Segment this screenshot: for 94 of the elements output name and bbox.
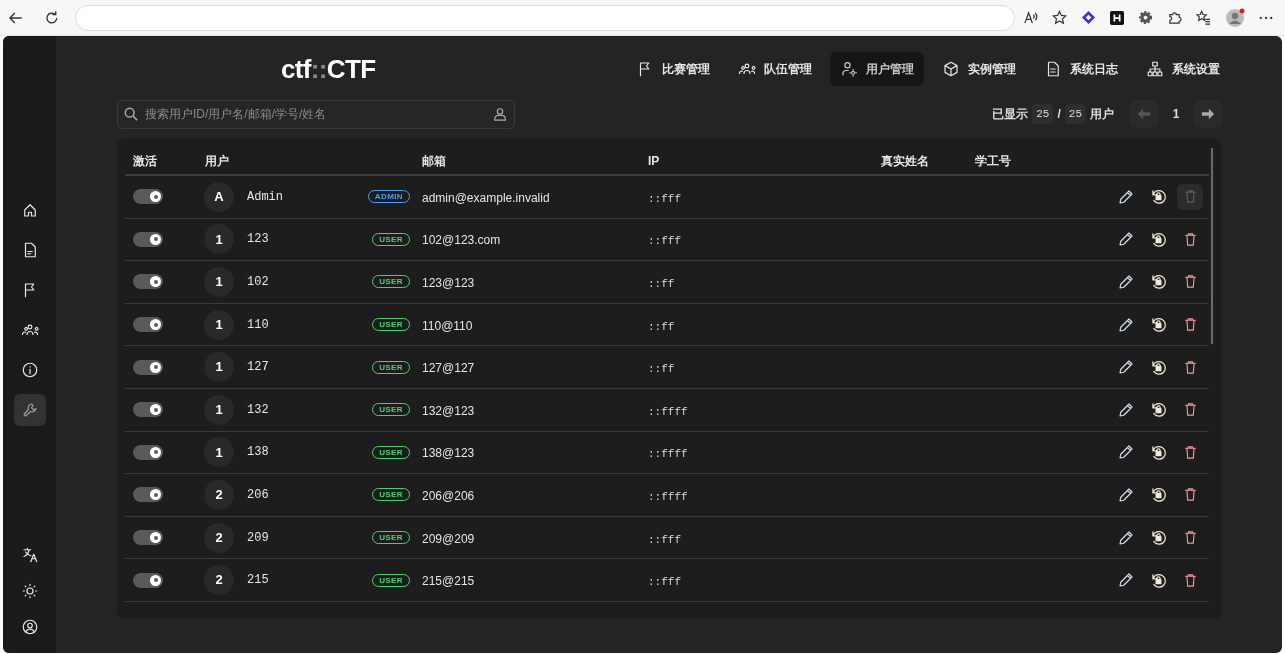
ip-address: ::ff bbox=[648, 320, 675, 333]
sitemap-icon bbox=[1146, 60, 1164, 78]
avatar: 1 bbox=[204, 224, 234, 255]
separator: / bbox=[1057, 106, 1061, 123]
pencil-icon bbox=[1117, 571, 1135, 590]
avatar: 1 bbox=[204, 394, 234, 425]
ip-address: ::fff bbox=[648, 235, 681, 248]
ip-address: ::ffff bbox=[648, 448, 688, 461]
email: 215@215 bbox=[422, 574, 475, 589]
email: 127@127 bbox=[422, 361, 475, 376]
avatar: 2 bbox=[204, 522, 234, 553]
active-toggle[interactable] bbox=[133, 359, 163, 375]
active-toggle[interactable] bbox=[133, 231, 163, 247]
user-gear-icon bbox=[840, 60, 858, 78]
username: 215 bbox=[247, 572, 269, 590]
favorites-icon[interactable] bbox=[1196, 10, 1211, 25]
avatar: 1 bbox=[204, 437, 234, 468]
arrow-left-icon bbox=[1137, 107, 1151, 121]
email: admin@example.invalid bbox=[422, 190, 550, 205]
active-toggle[interactable] bbox=[133, 189, 163, 205]
active-toggle[interactable] bbox=[133, 402, 163, 418]
extension-icon[interactable] bbox=[1081, 10, 1096, 25]
page-number: 1 bbox=[1171, 106, 1181, 123]
email: 123@123 bbox=[422, 276, 475, 290]
avatar: 2 bbox=[204, 565, 234, 596]
avatar: 1 bbox=[204, 309, 234, 340]
active-toggle[interactable] bbox=[133, 530, 163, 546]
gear-icon[interactable] bbox=[1138, 10, 1153, 25]
column-header: 邮箱 bbox=[422, 152, 447, 170]
pencil-icon bbox=[1117, 443, 1135, 462]
search-field[interactable]: 搜索用户ID/用户名/邮箱/学号/姓名 bbox=[117, 99, 515, 129]
column-header: IP bbox=[648, 152, 661, 170]
arrow-right-icon bbox=[1201, 107, 1215, 121]
active-toggle[interactable] bbox=[133, 274, 163, 290]
ip-address: ::fff bbox=[648, 192, 681, 205]
column-header: 激活 bbox=[133, 152, 158, 170]
pencil-icon bbox=[1117, 230, 1135, 249]
avatar: 1 bbox=[204, 267, 234, 297]
avatar: A bbox=[204, 181, 234, 212]
email: 132@123 bbox=[422, 403, 475, 418]
username: 132 bbox=[247, 401, 269, 419]
cube-icon bbox=[942, 60, 960, 78]
user-circle-icon bbox=[20, 618, 39, 636]
active-toggle[interactable] bbox=[133, 317, 163, 333]
ip-address: ::ff bbox=[648, 278, 675, 290]
sun-icon bbox=[20, 582, 39, 600]
sidebar-button[interactable] bbox=[13, 394, 46, 426]
email: 206@206 bbox=[422, 488, 475, 503]
column-header: 学工号 bbox=[975, 152, 1012, 170]
username: 209 bbox=[247, 529, 269, 547]
email: 138@123 bbox=[422, 446, 475, 461]
username: 110 bbox=[247, 316, 269, 334]
email: 209@209 bbox=[422, 531, 475, 546]
column-header: 真实姓名 bbox=[881, 152, 930, 170]
translate-icon bbox=[20, 546, 39, 564]
search-icon bbox=[124, 106, 138, 121]
shown-count: 25 bbox=[1032, 103, 1054, 125]
username: 127 bbox=[247, 359, 269, 377]
username: 138 bbox=[247, 444, 269, 462]
ip-address: ::ffff bbox=[648, 405, 688, 418]
puzzle-icon[interactable] bbox=[1167, 10, 1182, 25]
profile-avatar[interactable] bbox=[1225, 7, 1245, 28]
ip-address: ::ffff bbox=[648, 490, 688, 503]
avatar: 1 bbox=[204, 352, 234, 383]
logo: ctf::CTF bbox=[281, 52, 376, 86]
star-icon[interactable] bbox=[1052, 10, 1067, 25]
column-header: 用户 bbox=[205, 152, 230, 170]
pencil-icon bbox=[1117, 358, 1135, 377]
avatar: 2 bbox=[204, 479, 234, 510]
email: 102@123.com bbox=[422, 233, 501, 248]
wrench-icon bbox=[20, 401, 39, 419]
next-page-button[interactable] bbox=[1194, 100, 1222, 128]
ip-address: ::fff bbox=[648, 576, 681, 589]
active-toggle[interactable] bbox=[133, 444, 163, 460]
active-toggle[interactable] bbox=[133, 487, 163, 503]
refresh-icon[interactable] bbox=[43, 9, 60, 26]
username: Admin bbox=[247, 188, 283, 206]
scrollbar[interactable] bbox=[1211, 148, 1213, 344]
username: 102 bbox=[247, 274, 269, 291]
extension-icon[interactable] bbox=[1110, 10, 1124, 25]
active-toggle[interactable] bbox=[133, 572, 163, 588]
ip-address: ::fff bbox=[648, 533, 681, 546]
unit-label: 用户 bbox=[1090, 106, 1114, 123]
read-aloud-icon[interactable] bbox=[1023, 10, 1038, 25]
user-icon bbox=[493, 106, 507, 121]
total-count: 25 bbox=[1064, 103, 1086, 125]
shown-label: 已显示 bbox=[992, 106, 1029, 123]
username: 123 bbox=[247, 231, 269, 249]
pencil-icon bbox=[1117, 273, 1135, 291]
ip-address: ::ff bbox=[648, 363, 675, 376]
username: 206 bbox=[247, 486, 269, 504]
nav-tab[interactable]: 用户管理 bbox=[830, 52, 924, 86]
info-icon bbox=[20, 361, 39, 379]
email: 110@110 bbox=[422, 318, 473, 333]
